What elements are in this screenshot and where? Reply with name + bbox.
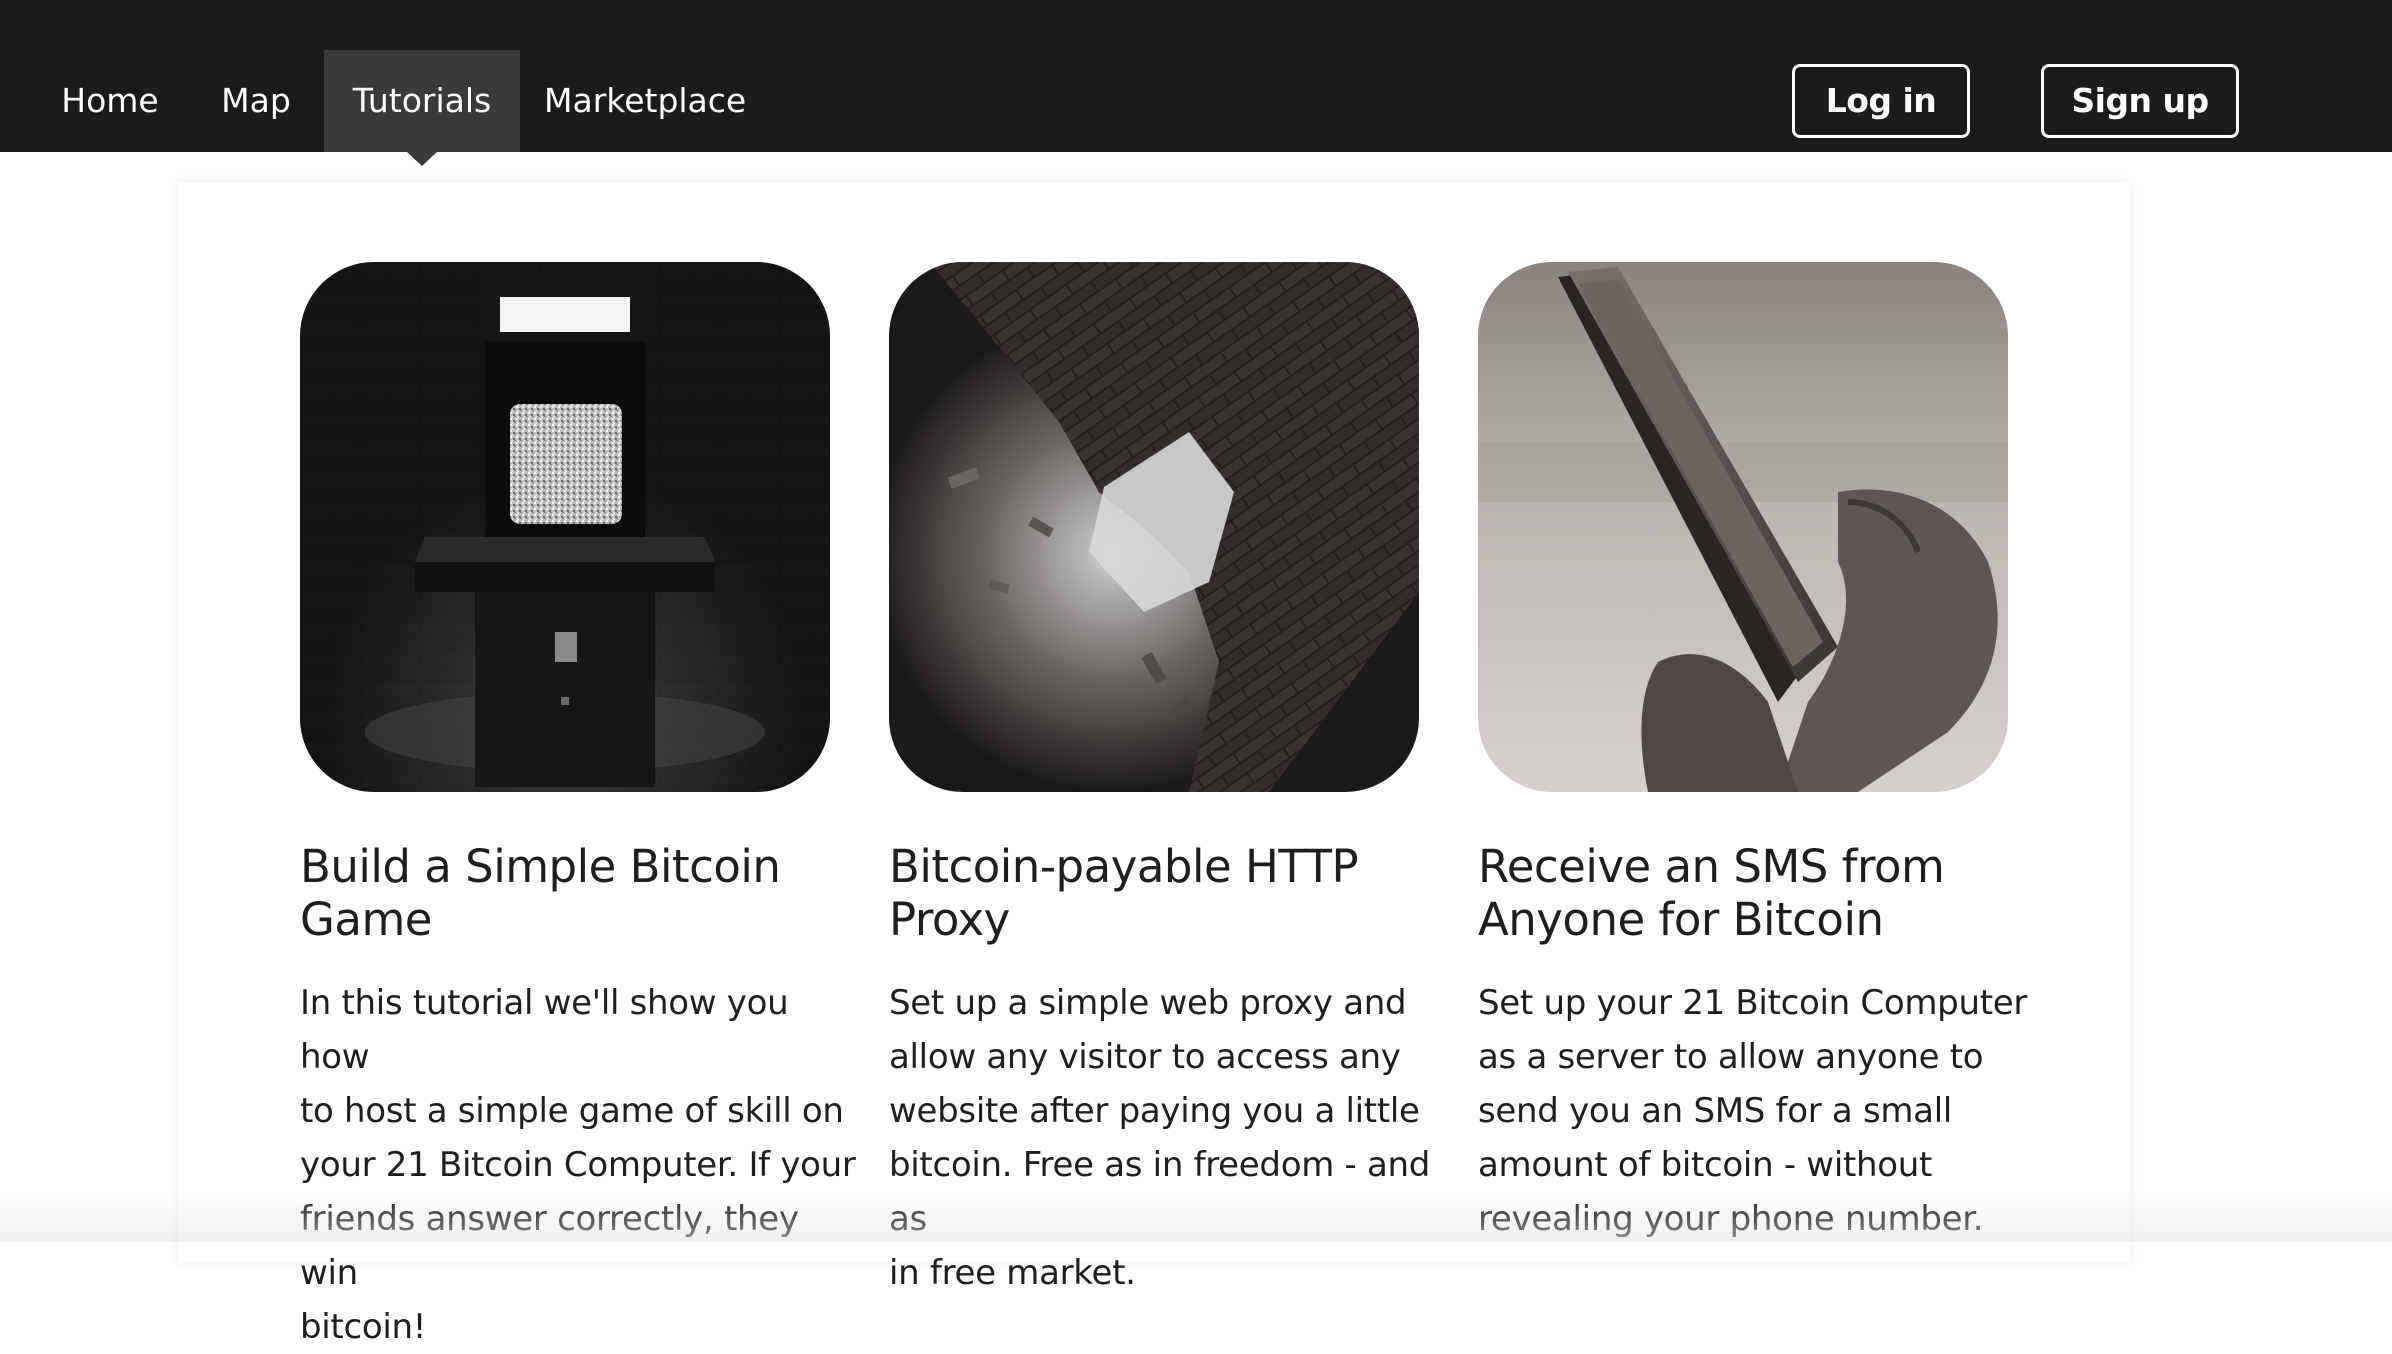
nav-item-marketplace[interactable]: Marketplace bbox=[544, 50, 747, 152]
card-description: Set up your 21 Bitcoin Computer as a ser… bbox=[1478, 976, 2038, 1246]
desc-line: Set up a simple web proxy and bbox=[889, 983, 1407, 1023]
arcade-machine-image[interactable] bbox=[300, 262, 830, 792]
desc-line: website after paying you a little bbox=[889, 1091, 1420, 1131]
nav-item-tutorials[interactable]: Tutorials bbox=[324, 50, 520, 166]
card-title[interactable]: Receive an SMS from Anyone for Bitcoin bbox=[1478, 840, 2038, 946]
card-title[interactable]: Bitcoin-payable HTTP Proxy bbox=[889, 840, 1449, 946]
desc-line: as a server to allow anyone to bbox=[1478, 1037, 1984, 1077]
card-description: Set up a simple web proxy and allow any … bbox=[889, 976, 1449, 1300]
desc-line: your 21 Bitcoin Computer. If your bbox=[300, 1145, 856, 1185]
nav-item-label: Marketplace bbox=[544, 81, 747, 120]
active-caret-indicator bbox=[407, 152, 437, 166]
desc-line: In this tutorial we'll show you how bbox=[300, 983, 789, 1077]
broken-brick-wall-image[interactable] bbox=[889, 262, 1419, 792]
desc-line: send you an SMS for a small bbox=[1478, 1091, 1953, 1131]
nav-item-label: Map bbox=[221, 81, 291, 120]
card-title-line: Receive an SMS from bbox=[1478, 840, 1945, 893]
tutorial-card-sms[interactable]: Receive an SMS from Anyone for Bitcoin S… bbox=[1478, 262, 2027, 1246]
nav-item-label: Tutorials bbox=[352, 81, 492, 120]
desc-line: bitcoin. Free as in freedom - and as bbox=[889, 1145, 1431, 1239]
nav-item-label: Home bbox=[61, 81, 159, 120]
desc-line: to host a simple game of skill on bbox=[300, 1091, 844, 1131]
card-description: In this tutorial we'll show you how to h… bbox=[300, 976, 860, 1354]
card-title-line: Build a Simple Bitcoin bbox=[300, 840, 781, 893]
tutorial-card-bitcoin-game[interactable]: Build a Simple Bitcoin Game In this tuto… bbox=[300, 262, 856, 1354]
card-title-line: Proxy bbox=[889, 893, 1010, 946]
desc-line: in free market. bbox=[889, 1253, 1136, 1293]
card-title-line: Bitcoin-payable HTTP bbox=[889, 840, 1359, 893]
card-title[interactable]: Build a Simple Bitcoin Game bbox=[300, 840, 860, 946]
hands-holding-phone-image[interactable] bbox=[1478, 262, 2008, 792]
desc-line: amount of bitcoin - without bbox=[1478, 1145, 1933, 1185]
card-title-line: Anyone for Bitcoin bbox=[1478, 893, 1884, 946]
nav-item-map[interactable]: Map bbox=[196, 50, 316, 152]
tutorials-panel: Build a Simple Bitcoin Game In this tuto… bbox=[178, 182, 2130, 1347]
desc-line: bitcoin! bbox=[300, 1307, 427, 1347]
login-button[interactable]: Log in bbox=[1792, 64, 1970, 138]
card-title-line: Game bbox=[300, 893, 432, 946]
nav-item-home[interactable]: Home bbox=[45, 50, 175, 152]
top-navbar: Home Map Tutorials Marketplace Log in Si… bbox=[0, 0, 2392, 166]
desc-line: Set up your 21 Bitcoin Computer bbox=[1478, 983, 2028, 1023]
desc-line: friends answer correctly, they win bbox=[300, 1199, 799, 1293]
tutorial-card-http-proxy[interactable]: Bitcoin-payable HTTP Proxy Set up a simp… bbox=[889, 262, 1430, 1300]
desc-line: revealing your phone number. bbox=[1478, 1199, 1984, 1239]
signup-button[interactable]: Sign up bbox=[2041, 64, 2239, 138]
desc-line: allow any visitor to access any bbox=[889, 1037, 1401, 1077]
